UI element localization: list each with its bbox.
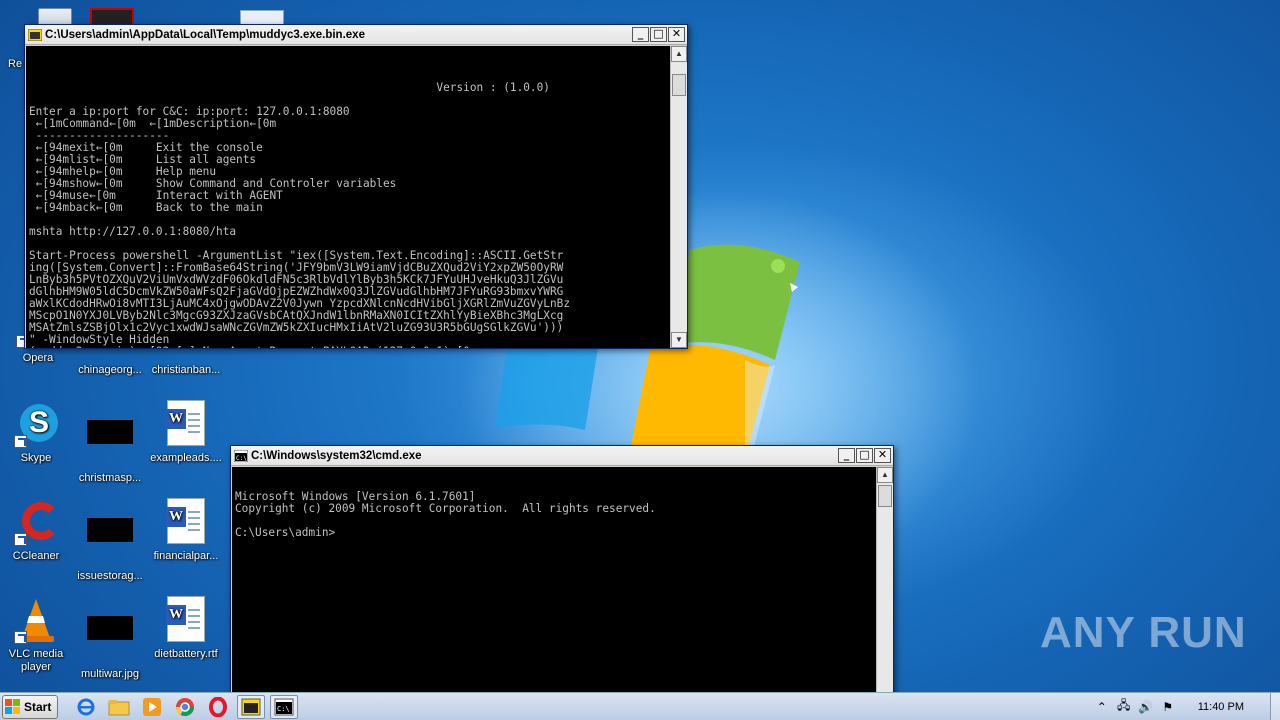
ccleaner-label: CCleaner — [12, 550, 60, 562]
tray-expand-icon[interactable]: ⌃ — [1094, 699, 1110, 715]
multiwar-file-icon[interactable]: multiwar.jpg — [72, 596, 148, 681]
svg-text:C:\: C:\ — [236, 455, 247, 462]
issuestorag-label: issuestorag... — [77, 570, 143, 582]
scroll-down-arrow[interactable]: ▼ — [671, 332, 687, 348]
dietbattery-doc-icon[interactable]: W dietbattery.rtf — [148, 596, 224, 661]
svg-text:C:\: C:\ — [277, 705, 290, 713]
cmd-console-output[interactable]: Microsoft Windows [Version 6.1.7601] Copy… — [232, 467, 876, 694]
multiwar-label: multiwar.jpg — [80, 668, 140, 680]
start-button[interactable]: Start — [2, 694, 59, 719]
console-app-icon — [27, 28, 43, 41]
cmd-window[interactable]: C:\ C:\Windows\system32\cmd.exe _ □ ✕ Mi… — [230, 445, 894, 695]
cmd-line: C:\Users\admin> — [235, 526, 336, 539]
muddyc3-line: ←[94mback←[0m Back to the main — [29, 201, 263, 214]
muddyc3-title: C:\Users\admin\AppData\Local\Temp\muddyc… — [45, 28, 365, 41]
cmd-titlebar[interactable]: C:\ C:\Windows\system32\cmd.exe _ □ ✕ — [231, 446, 893, 466]
opera-icon[interactable] — [204, 695, 232, 719]
muddyc3-output-lines: Version : (1.0.0) Enter a ip:port for C&C… — [29, 70, 670, 349]
exampleads-label: exampleads.... — [150, 452, 222, 464]
explorer-folder-icon[interactable] — [105, 695, 133, 719]
skype-desktop-icon[interactable]: S Skype — [0, 400, 74, 465]
show-desktop-button[interactable] — [1270, 693, 1280, 720]
clock[interactable]: 11:40 PM — [1198, 701, 1244, 713]
minimize-button[interactable]: _ — [632, 27, 649, 42]
start-label: Start — [24, 699, 52, 714]
opera-label: Opera — [22, 352, 54, 364]
scroll-up-arrow[interactable]: ▲ — [671, 46, 687, 62]
cmd-title: C:\Windows\system32\cmd.exe — [251, 449, 422, 462]
muddyc3-scrollbar[interactable]: ▲ ▼ — [670, 46, 687, 348]
cmd-maximize-button[interactable]: □ — [856, 448, 873, 463]
network-icon[interactable]: 🖧 — [1116, 698, 1132, 715]
cmd-scroll-up-arrow[interactable]: ▲ — [877, 467, 893, 483]
media-player-icon[interactable] — [138, 695, 166, 719]
cmd-scroll-thumb[interactable] — [878, 485, 892, 507]
action-center-flag-icon[interactable]: ⚑ — [1160, 699, 1176, 715]
ccleaner-desktop-icon[interactable]: CCleaner — [0, 498, 74, 563]
maximize-button[interactable]: □ — [650, 27, 667, 42]
taskbar: Start C:\ ⌃ 🖧 🔊 ⚑ 11:40 PM — [0, 692, 1280, 720]
chrome-icon[interactable] — [171, 695, 199, 719]
cmd-scrollbar[interactable]: ▲ — [876, 467, 893, 694]
chinageorg-label: chinageorg... — [78, 364, 142, 376]
watermark-text: ANY RUN — [1040, 608, 1247, 657]
scroll-thumb[interactable] — [672, 74, 686, 96]
christianban-label: christianban... — [151, 364, 221, 376]
muddyc3-line: Version : (1.0.0) — [29, 81, 550, 94]
muddyc3-line: mshta http://127.0.0.1:8080/hta — [29, 225, 237, 238]
skype-label: Skype — [20, 452, 52, 464]
anyrun-watermark: ANY RUN — [1040, 608, 1247, 658]
muddyc3-console-icon[interactable] — [237, 694, 266, 719]
cmd-close-button[interactable]: ✕ — [874, 448, 891, 463]
close-button[interactable]: ✕ — [668, 27, 685, 42]
vlc-label: VLC media player — [8, 648, 64, 673]
dietbattery-label: dietbattery.rtf — [154, 648, 218, 660]
volume-icon[interactable]: 🔊 — [1138, 699, 1154, 715]
muddyc3-console-window[interactable]: C:\Users\admin\AppData\Local\Temp\muddyc… — [24, 24, 688, 349]
cmd-line: Copyright (c) 2009 Microsoft Corporation… — [235, 502, 656, 515]
muddyc3-titlebar[interactable]: C:\Users\admin\AppData\Local\Temp\muddyc… — [25, 25, 687, 45]
muddyc3-line: (muddyc3 : main) ←[92m[+] New Agent Requ… — [29, 346, 670, 349]
vlc-desktop-icon[interactable]: VLC media player — [0, 596, 74, 674]
exampleads-doc-icon[interactable]: W exampleads.... — [148, 400, 224, 465]
windows-logo-icon — [5, 698, 21, 715]
muddyc3-console-output[interactable]: Version : (1.0.0) Enter a ip:port for C&C… — [26, 46, 670, 348]
cmd-minimize-button[interactable]: _ — [838, 448, 855, 463]
internet-explorer-icon[interactable] — [72, 695, 100, 719]
cmd-icon[interactable]: C:\ — [270, 694, 299, 719]
financialpar-doc-icon[interactable]: W financialpar... — [148, 498, 224, 563]
cmd-app-icon: C:\ — [233, 449, 249, 462]
system-tray: ⌃ 🖧 🔊 ⚑ 11:40 PM — [1094, 693, 1280, 720]
christmasp-file-icon[interactable]: christmasp... — [72, 400, 148, 485]
issuestorag-file-icon[interactable]: issuestorag... — [72, 498, 148, 583]
financialpar-label: financialpar... — [153, 550, 219, 562]
cmd-output-lines: Microsoft Windows [Version 6.1.7601] Copy… — [235, 491, 876, 539]
christmasp-label: christmasp... — [78, 472, 142, 484]
